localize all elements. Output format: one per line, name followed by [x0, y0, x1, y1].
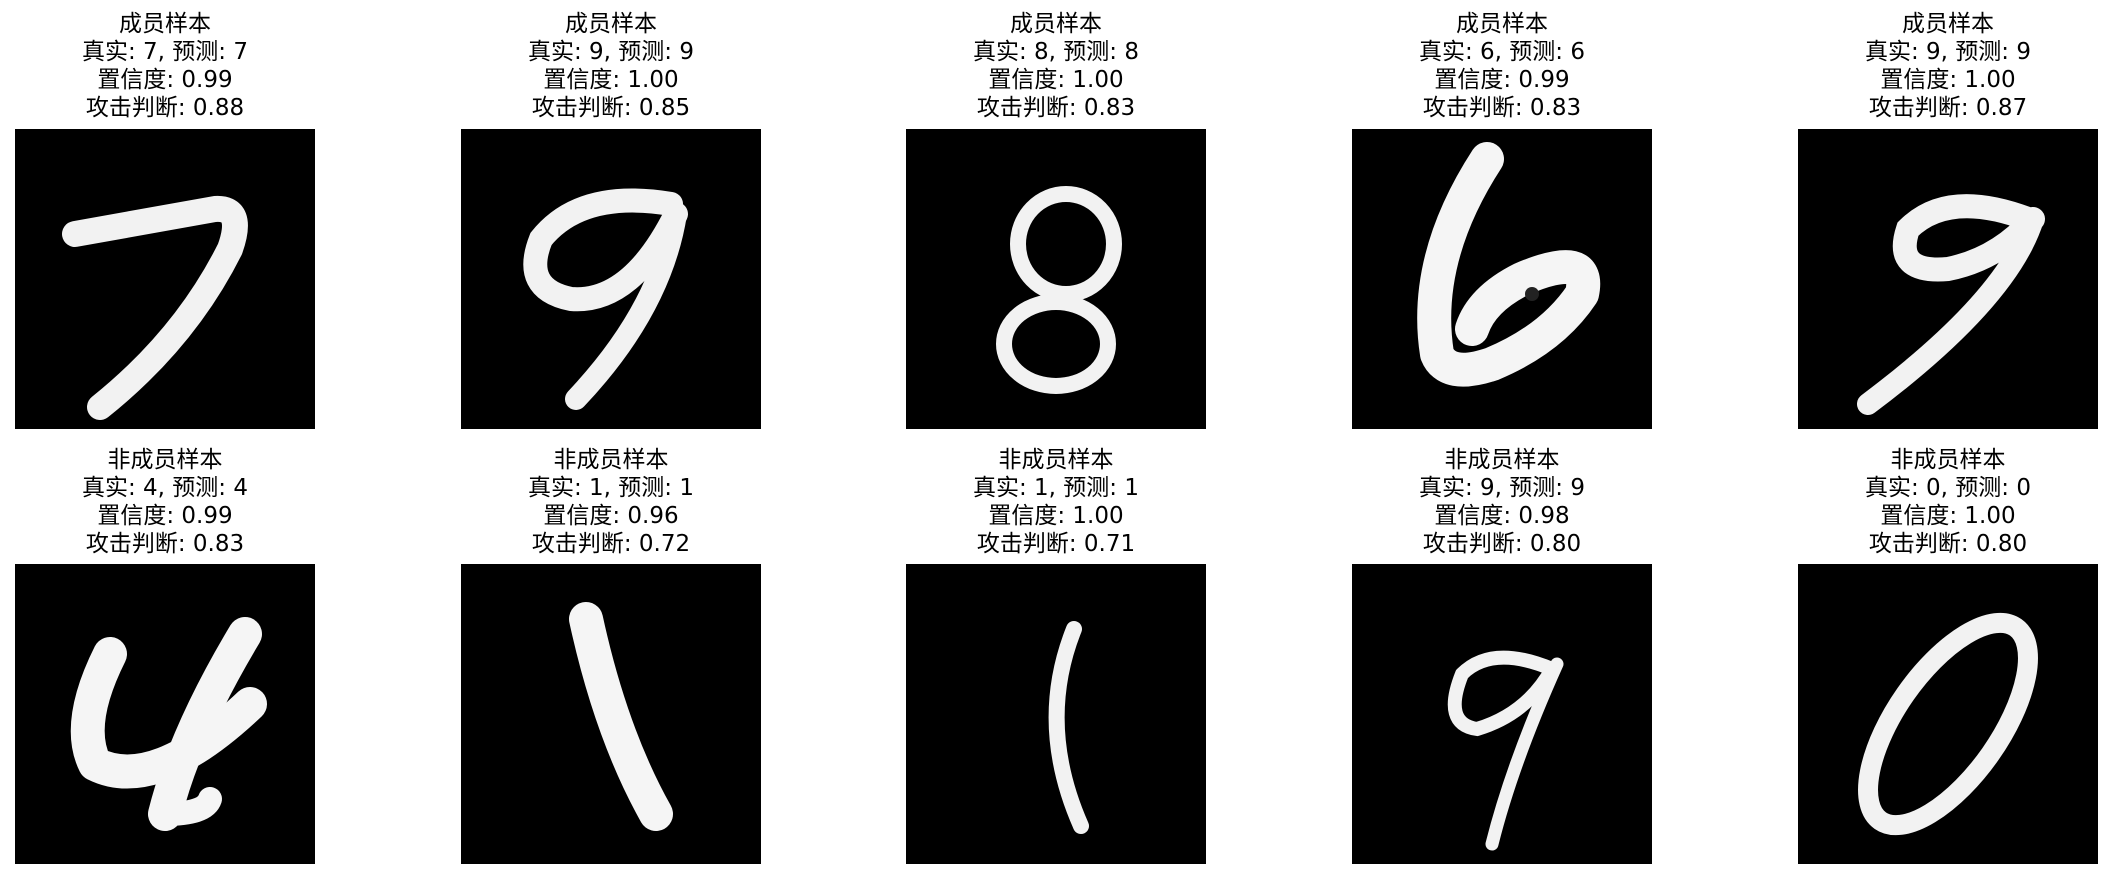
truth-pred-label: 真实: 4, 预测: 4: [81, 475, 248, 501]
digit-image-9: [1798, 129, 2098, 429]
group-label: 成员样本: [1010, 11, 1102, 37]
panel-title: 成员样本 真实: 7, 预测: 7 置信度: 0.99 攻击判断: 0.88: [0, 10, 375, 122]
group-label: 成员样本: [1902, 11, 1994, 37]
panel-title: 非成员样本 真实: 0, 预测: 0 置信度: 1.00 攻击判断: 0.80: [1738, 446, 2111, 558]
digit-image-9: [461, 129, 761, 429]
digit-image-8: [906, 129, 1206, 429]
truth-pred-label: 真实: 1, 预测: 1: [972, 475, 1139, 501]
confidence-label: 置信度: 0.99: [97, 67, 233, 93]
panel-title: 非成员样本 真实: 4, 预测: 4 置信度: 0.99 攻击判断: 0.83: [0, 446, 375, 558]
truth-pred-label: 真实: 1, 预测: 1: [527, 475, 694, 501]
truth-pred-label: 真实: 6, 预测: 6: [1418, 39, 1585, 65]
group-label: 非成员样本: [1444, 447, 1560, 473]
panel-title: 非成员样本 真实: 9, 预测: 9 置信度: 0.98 攻击判断: 0.80: [1292, 446, 1712, 558]
group-label: 成员样本: [1456, 11, 1548, 37]
group-label: 非成员样本: [107, 447, 223, 473]
truth-pred-label: 真实: 9, 预测: 9: [1418, 475, 1585, 501]
attack-score-label: 攻击判断: 0.88: [85, 95, 245, 121]
confidence-label: 置信度: 0.99: [1434, 67, 1570, 93]
confidence-label: 置信度: 1.00: [988, 503, 1124, 529]
panel-title: 成员样本 真实: 8, 预测: 8 置信度: 1.00 攻击判断: 0.83: [846, 10, 1266, 122]
truth-pred-label: 真实: 9, 预测: 9: [527, 39, 694, 65]
group-label: 非成员样本: [553, 447, 669, 473]
attack-score-label: 攻击判断: 0.87: [1868, 95, 2028, 121]
group-label: 成员样本: [119, 11, 211, 37]
attack-score-label: 攻击判断: 0.83: [85, 531, 245, 557]
confidence-label: 置信度: 1.00: [1880, 503, 2016, 529]
attack-score-label: 攻击判断: 0.83: [1422, 95, 1582, 121]
confidence-label: 置信度: 1.00: [543, 67, 679, 93]
attack-score-label: 攻击判断: 0.72: [531, 531, 691, 557]
panel-title: 非成员样本 真实: 1, 预测: 1 置信度: 1.00 攻击判断: 0.71: [846, 446, 1266, 558]
group-label: 非成员样本: [1890, 447, 2006, 473]
attack-score-label: 攻击判断: 0.80: [1422, 531, 1582, 557]
panel-title: 成员样本 真实: 9, 预测: 9 置信度: 1.00 攻击判断: 0.85: [401, 10, 821, 122]
panel-title: 成员样本 真实: 6, 预测: 6 置信度: 0.99 攻击判断: 0.83: [1292, 10, 1712, 122]
confidence-label: 置信度: 0.99: [97, 503, 233, 529]
confidence-label: 置信度: 1.00: [1880, 67, 2016, 93]
digit-image-6: [1352, 129, 1652, 429]
truth-pred-label: 真实: 7, 预测: 7: [81, 39, 248, 65]
attack-score-label: 攻击判断: 0.83: [976, 95, 1136, 121]
truth-pred-label: 真实: 0, 预测: 0: [1864, 475, 2031, 501]
confidence-label: 置信度: 0.98: [1434, 503, 1570, 529]
confidence-label: 置信度: 1.00: [988, 67, 1124, 93]
truth-pred-label: 真实: 9, 预测: 9: [1864, 39, 2031, 65]
panel-title: 非成员样本 真实: 1, 预测: 1 置信度: 0.96 攻击判断: 0.72: [401, 446, 821, 558]
digit-image-7: [15, 129, 315, 429]
attack-score-label: 攻击判断: 0.85: [531, 95, 691, 121]
truth-pred-label: 真实: 8, 预测: 8: [972, 39, 1139, 65]
digit-image-0: [1798, 564, 2098, 864]
digit-image-1: [906, 564, 1206, 864]
sample-grid-figure: 成员样本 真实: 7, 预测: 7 置信度: 0.99 攻击判断: 0.88 成…: [0, 0, 2111, 879]
attack-score-label: 攻击判断: 0.71: [976, 531, 1136, 557]
digit-image-4: [15, 564, 315, 864]
digit-image-1: [461, 564, 761, 864]
group-label: 成员样本: [565, 11, 657, 37]
attack-score-label: 攻击判断: 0.80: [1868, 531, 2028, 557]
group-label: 非成员样本: [998, 447, 1114, 473]
confidence-label: 置信度: 0.96: [543, 503, 679, 529]
panel-title: 成员样本 真实: 9, 预测: 9 置信度: 1.00 攻击判断: 0.87: [1738, 10, 2111, 122]
digit-image-9: [1352, 564, 1652, 864]
